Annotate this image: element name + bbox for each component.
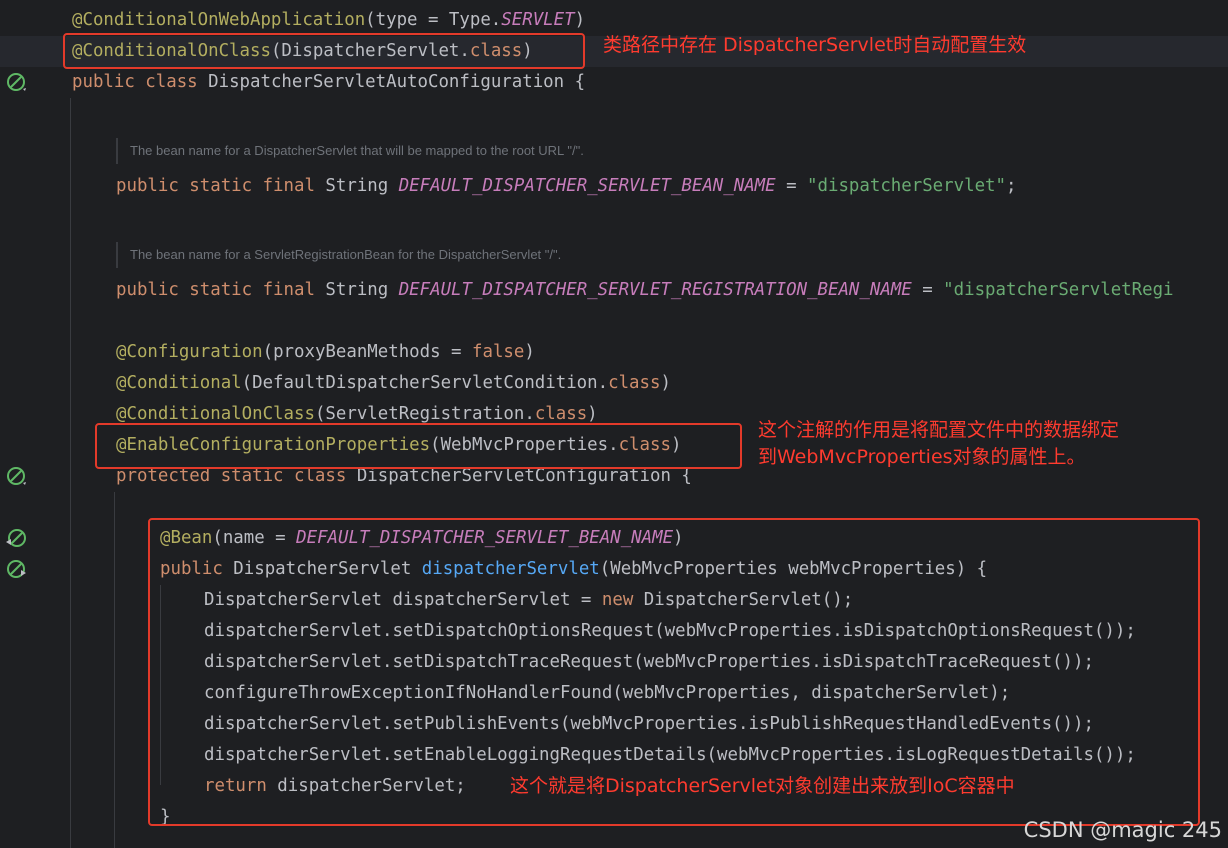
- annotation-note: 类路径中存在 DispatcherServlet时自动配置生效: [603, 34, 1027, 56]
- code-line[interactable]: public static final String DEFAULT_DISPA…: [116, 275, 1174, 306]
- code-line[interactable]: public class DispatcherServletAutoConfig…: [72, 67, 585, 98]
- editor-gutter: [0, 0, 64, 848]
- annotation-note: 这个就是将DispatcherServlet对象创建出来放到IoC容器中: [510, 775, 1015, 797]
- bean-icon[interactable]: [6, 466, 26, 486]
- code-line[interactable]: public static final String DEFAULT_DISPA…: [116, 171, 1016, 202]
- code-line[interactable]: @Conditional(DefaultDispatcherServletCon…: [116, 368, 671, 399]
- highlight-box: [95, 423, 742, 469]
- annotation-note: 到WebMvcProperties对象的属性上。: [758, 446, 1086, 468]
- annotation-note: 这个注解的作用是将配置文件中的数据绑定: [758, 419, 1120, 441]
- bean-icon[interactable]: [6, 72, 26, 92]
- watermark: CSDN @magic 245: [1023, 818, 1222, 842]
- indent-guide: [70, 98, 71, 848]
- bean-navigate-icon[interactable]: [6, 559, 26, 579]
- javadoc-comment: The bean name for a DispatcherServlet th…: [116, 138, 584, 164]
- code-line[interactable]: @ConditionalOnWebApplication(type = Type…: [72, 5, 585, 36]
- code-line[interactable]: @Configuration(proxyBeanMethods = false): [116, 337, 535, 368]
- javadoc-comment: The bean name for a ServletRegistrationB…: [116, 242, 561, 268]
- highlight-box: [63, 33, 585, 69]
- indent-guide: [114, 492, 115, 848]
- bean-navigate-icon[interactable]: [6, 528, 26, 548]
